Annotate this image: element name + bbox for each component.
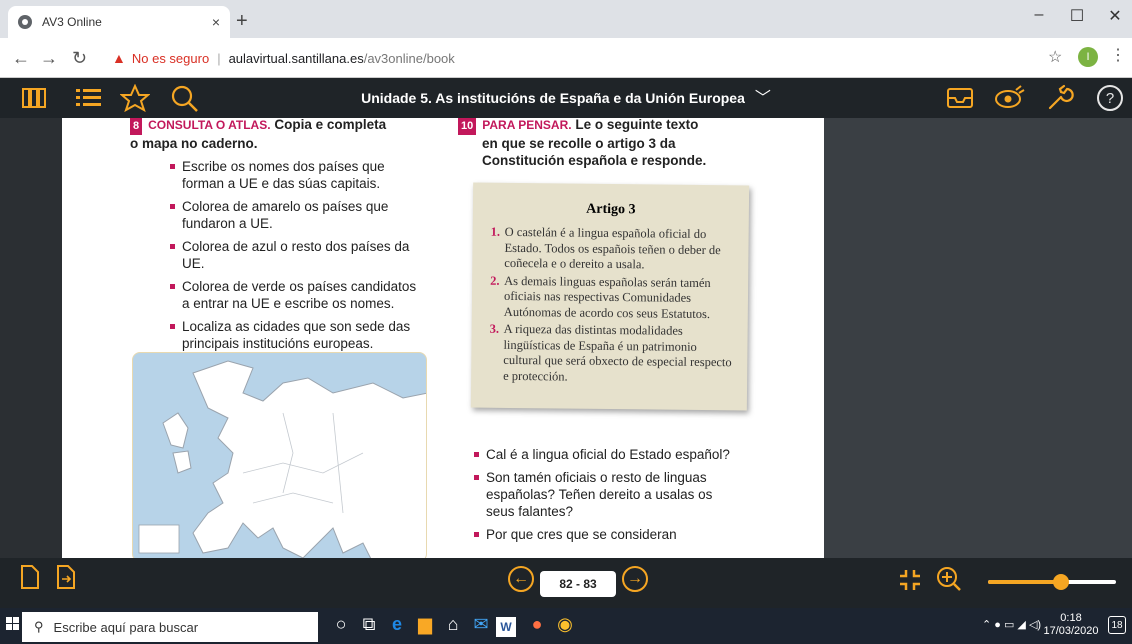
- double-page-icon[interactable]: [56, 564, 76, 590]
- list-item: Por que cres que se consideran: [472, 526, 732, 543]
- clock-date: 17/03/2020: [1043, 625, 1099, 637]
- article-item: 1. O castelán é a lingua española oficial…: [490, 225, 734, 274]
- help-icon[interactable]: ?: [1096, 84, 1124, 112]
- forward-arrow-icon[interactable]: →: [40, 48, 58, 69]
- chrome-icon[interactable]: ◉: [552, 614, 578, 635]
- file-explorer-icon[interactable]: ▆: [412, 614, 438, 635]
- article-number: 2.: [490, 273, 500, 288]
- article-number: 3.: [489, 321, 500, 336]
- list-item: Escribe os nomes dos países que forman a…: [168, 158, 418, 192]
- exercise-heading-line2: o mapa no caderno.: [130, 136, 258, 151]
- empty-side-area: [824, 118, 1132, 558]
- exercise-heading-line2: en que se recolle o artigo 3 da: [482, 136, 676, 151]
- list-item: Colorea de verde os países candidatos a …: [168, 278, 418, 312]
- fit-screen-icon[interactable]: [898, 568, 922, 592]
- list-item: Localiza as cidades que son sede das pri…: [168, 318, 418, 352]
- url-path: /av3online/book: [363, 50, 455, 66]
- windows-start-icon[interactable]: [6, 617, 20, 631]
- exercise-heading-rest: Le o seguinte texto: [575, 118, 699, 132]
- book-page: 8 CONSULTA O ATLAS. Copia e completa o ma…: [62, 118, 824, 558]
- article-text: A riqueza das distintas modalidades ling…: [503, 321, 732, 384]
- insecure-label[interactable]: No es seguro: [132, 51, 209, 66]
- new-tab-button[interactable]: +: [236, 10, 248, 33]
- article-number: 1.: [490, 224, 501, 239]
- unit-title: Unidade 5. As institucións de España e d…: [361, 90, 745, 106]
- exercise-heading-line3: Constitución española e responde.: [482, 153, 707, 168]
- europe-map: [132, 352, 427, 558]
- list-item: Son tamén oficiais o resto de linguas es…: [472, 469, 732, 520]
- site-favicon-icon: [18, 15, 32, 29]
- minimize-button[interactable]: –: [1024, 6, 1054, 24]
- exercise-8-list: Escribe os nomes dos países que forman a…: [168, 158, 418, 352]
- article-list: 1. O castelán é a lingua española oficial…: [489, 225, 735, 387]
- article-text: O castelán é a lingua española oficial d…: [504, 224, 721, 272]
- zoom-slider-fill: [988, 580, 1061, 584]
- task-view-icon[interactable]: ⧉: [356, 614, 382, 635]
- next-page-icon[interactable]: →: [622, 566, 648, 592]
- exercise-heading: PARA PENSAR.: [482, 118, 572, 132]
- question-list: Cal é a lingua oficial do Estado español…: [472, 446, 732, 543]
- article-item: 3. A riqueza das distintas modalidades li…: [489, 322, 734, 387]
- url-host: aulavirtual.santillana.es: [228, 50, 364, 66]
- wrench-tools-icon[interactable]: [1046, 84, 1074, 112]
- tab-title: AV3 Online: [42, 15, 102, 29]
- exercise-number: 10: [458, 118, 477, 135]
- word-icon[interactable]: W: [496, 617, 516, 637]
- page-icon[interactable]: [20, 564, 40, 590]
- page-number-field[interactable]: 82 - 83: [540, 571, 616, 597]
- visibility-eye-icon[interactable]: [994, 84, 1026, 110]
- edge-browser-icon[interactable]: e: [384, 614, 410, 635]
- europe-map-outline: [138, 360, 426, 558]
- list-item: Cal é a lingua oficial do Estado español…: [472, 446, 732, 463]
- zoom-slider-handle[interactable]: [1052, 574, 1069, 590]
- warning-triangle-icon: ▲: [112, 50, 126, 66]
- back-arrow-icon[interactable]: ←: [12, 48, 30, 69]
- profile-avatar[interactable]: I: [1078, 47, 1098, 67]
- browser-menu-icon[interactable]: ⋮: [1110, 45, 1126, 65]
- address-bar[interactable]: ▲ No es seguro | aulavirtual.santillana.…: [112, 43, 1052, 73]
- list-item: Colorea de amarelo os países que fundaro…: [168, 198, 418, 232]
- mail-icon[interactable]: ✉: [468, 614, 494, 635]
- svg-text:?: ?: [1106, 90, 1114, 107]
- article-paper-card: Artigo 3 1. O castelán é a lingua español…: [470, 182, 750, 411]
- taskbar-search[interactable]: ⚲ Escribe aquí para buscar: [22, 612, 318, 642]
- list-item: Colorea de azul o resto dos países da UE…: [168, 238, 418, 272]
- exercise-8: 8 CONSULTA O ATLAS. Copia e completa o ma…: [130, 118, 430, 358]
- clock[interactable]: 0:18 17/03/2020: [1040, 612, 1102, 638]
- article-title: Artigo 3: [586, 201, 636, 218]
- search-icon: ⚲: [34, 619, 44, 634]
- store-icon[interactable]: ⌂: [440, 614, 466, 635]
- system-tray-icons[interactable]: ⌃ ● ▭ ◢ ◁): [982, 618, 1041, 631]
- exercise-heading-rest: Copia e completa: [274, 118, 387, 132]
- maximize-button[interactable]: ☐: [1062, 6, 1092, 26]
- chevron-down-icon[interactable]: ﹀: [755, 90, 771, 107]
- exercise-10-questions: Cal é a lingua oficial do Estado español…: [472, 440, 732, 549]
- exercise-number: 8: [130, 118, 143, 135]
- taskbar-search-placeholder: Escribe aquí para buscar: [53, 619, 199, 635]
- cortana-icon[interactable]: ○: [328, 614, 354, 635]
- clock-time: 0:18: [1060, 612, 1082, 624]
- exercise-10: 10 PARA PENSAR. Le o seguinte texto en qu…: [458, 118, 758, 169]
- inbox-tray-icon[interactable]: [946, 86, 974, 110]
- article-item: 2. As demais linguas españolas serán tamé…: [490, 273, 734, 322]
- tab-close-icon[interactable]: ×: [212, 14, 220, 30]
- reload-icon[interactable]: ↻: [72, 48, 87, 69]
- close-window-button[interactable]: ✕: [1100, 6, 1130, 26]
- previous-page-icon[interactable]: ←: [508, 566, 534, 592]
- browser-tab[interactable]: AV3 Online ×: [8, 6, 230, 38]
- firefox-icon[interactable]: ●: [524, 614, 550, 635]
- bookmark-star-icon[interactable]: ☆: [1048, 47, 1062, 67]
- notifications-badge[interactable]: 18: [1108, 616, 1126, 634]
- exercise-heading: CONSULTA O ATLAS.: [148, 118, 271, 132]
- zoom-in-icon[interactable]: [936, 566, 962, 592]
- omnibox-separator: |: [217, 50, 221, 66]
- article-text: As demais linguas españolas serán tamén …: [503, 273, 711, 321]
